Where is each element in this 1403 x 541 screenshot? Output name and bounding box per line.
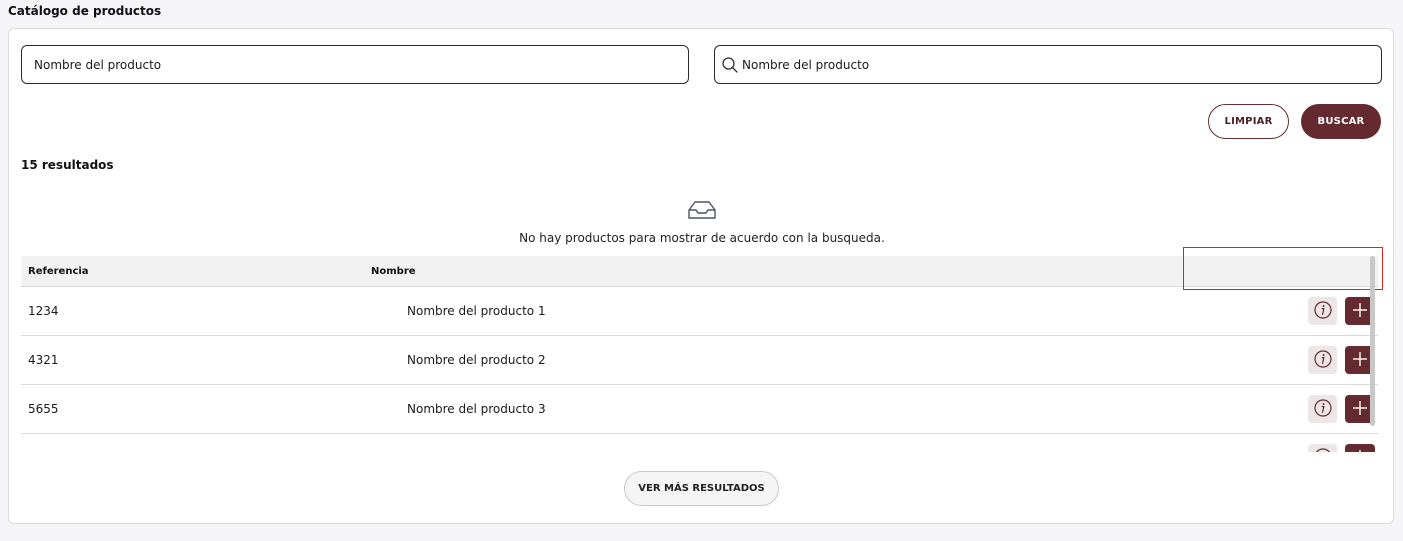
table-header: Referencia Nombre [21, 256, 1378, 287]
column-header-name[interactable]: Nombre [371, 266, 416, 277]
more-results-button[interactable]: VER MÁS RESULTADOS [624, 471, 779, 506]
column-header-reference[interactable]: Referencia [28, 266, 89, 277]
highlight-box [1183, 247, 1383, 290]
info-icon [1313, 398, 1333, 421]
search-button[interactable]: BUSCAR [1301, 104, 1381, 139]
row-reference: 4321 [28, 353, 59, 367]
info-button[interactable] [1308, 395, 1337, 423]
plus-icon [1351, 448, 1369, 452]
scrollbar-thumb[interactable] [1370, 256, 1375, 426]
scrollbar[interactable] [1370, 256, 1375, 452]
row-name: Nombre del producto 3 [407, 402, 546, 416]
info-button[interactable] [1308, 297, 1337, 325]
info-icon [1313, 447, 1333, 452]
table-row [21, 434, 1378, 452]
table-row: 1234 Nombre del producto 1 [21, 287, 1378, 336]
clear-button[interactable]: LIMPIAR [1208, 104, 1289, 139]
plus-icon [1351, 301, 1369, 322]
product-list: 1234 Nombre del producto 1 4321 Nombre d… [21, 287, 1378, 452]
info-button[interactable] [1308, 444, 1337, 452]
search-icon [721, 56, 739, 74]
page-title: Catálogo de productos [8, 4, 162, 18]
row-name: Nombre del producto 1 [407, 304, 546, 318]
empty-state-message: No hay productos para mostrar de acuerdo… [519, 231, 885, 245]
results-count: 15 resultados [21, 158, 114, 172]
catalog-card: Nombre del producto Nombre del producto … [8, 28, 1394, 524]
info-icon [1313, 349, 1333, 372]
product-search-input[interactable]: Nombre del producto [714, 45, 1382, 84]
info-button[interactable] [1308, 346, 1337, 374]
table-row: 4321 Nombre del producto 2 [21, 336, 1378, 385]
plus-icon [1351, 350, 1369, 371]
table-row: 5655 Nombre del producto 3 [21, 385, 1378, 434]
product-name-field[interactable]: Nombre del producto [21, 45, 689, 84]
product-name-placeholder: Nombre del producto [34, 57, 162, 72]
plus-icon [1351, 399, 1369, 420]
row-reference: 5655 [28, 402, 59, 416]
product-search-placeholder: Nombre del producto [742, 57, 870, 72]
row-name: Nombre del producto 2 [407, 353, 546, 367]
row-reference: 1234 [28, 304, 59, 318]
inbox-icon [686, 199, 718, 221]
info-icon [1313, 300, 1333, 323]
